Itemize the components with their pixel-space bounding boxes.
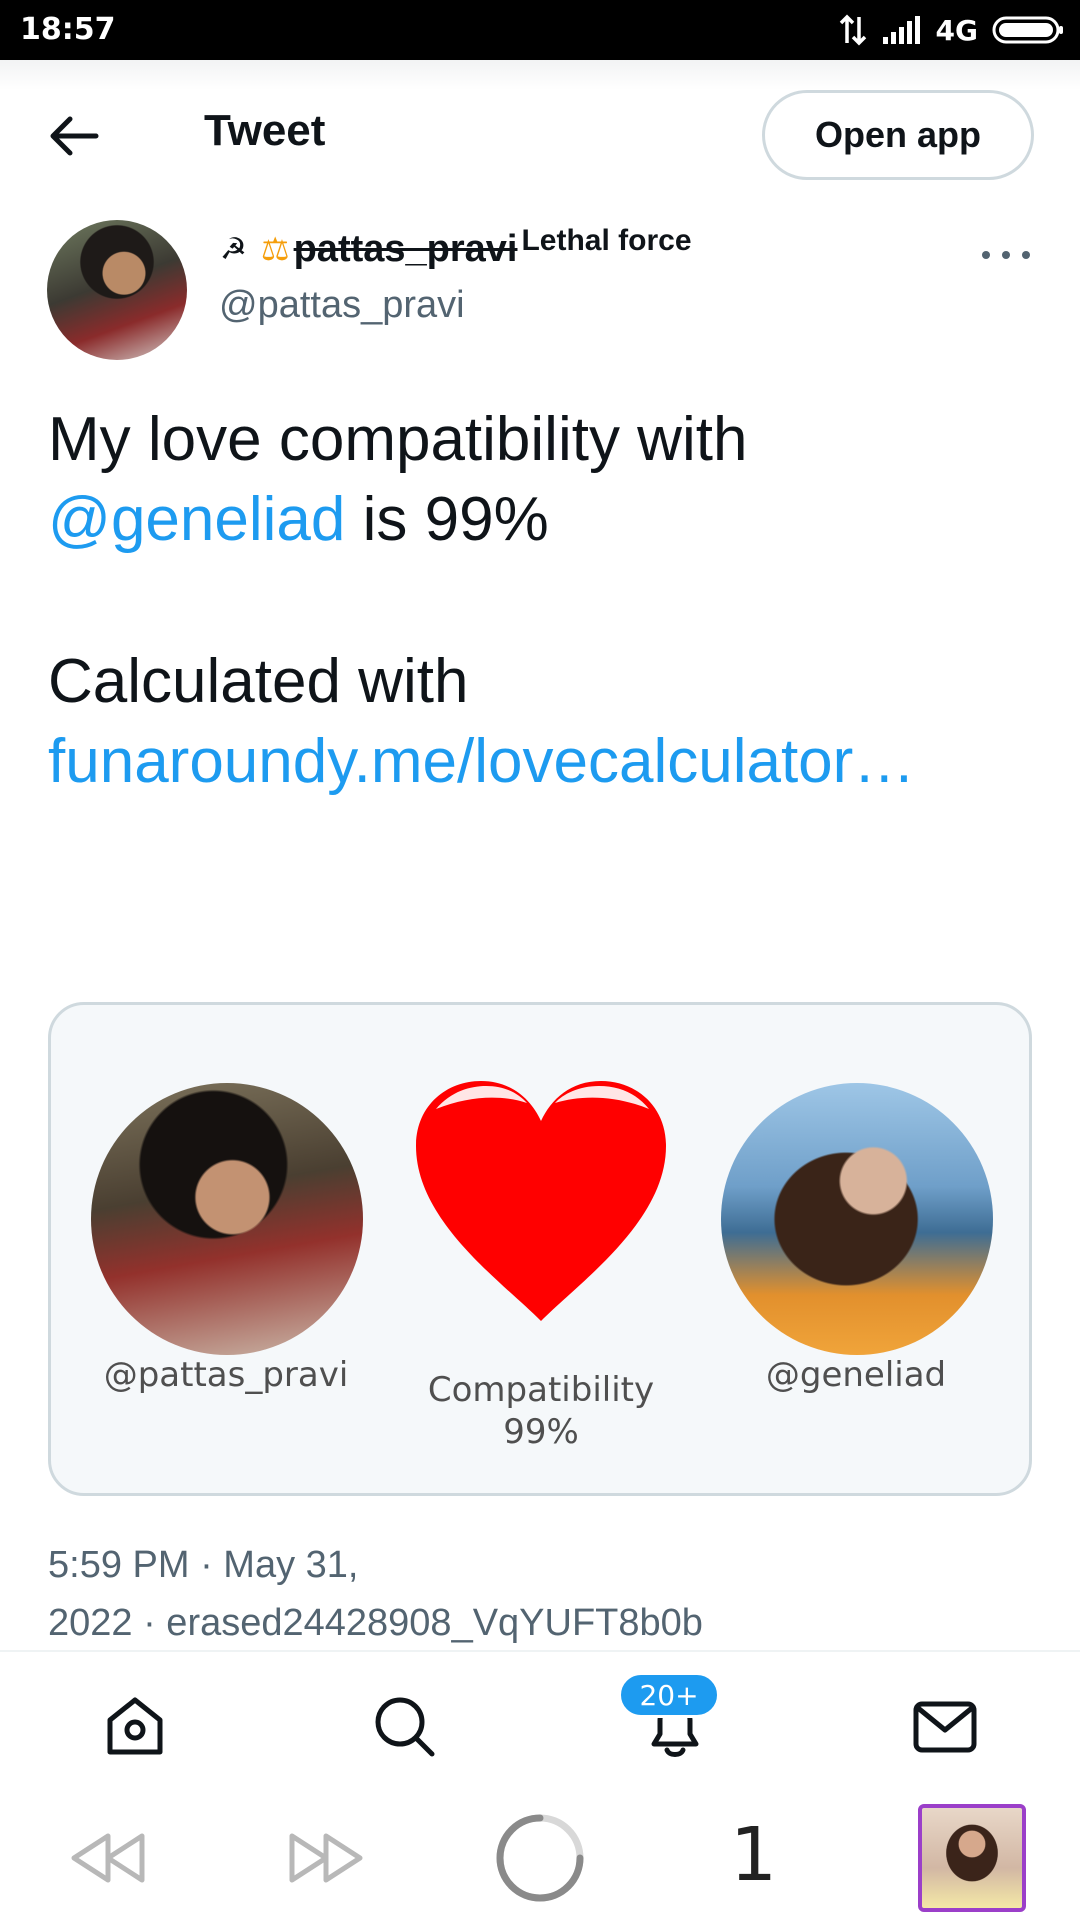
tweet-line: Calculated with <box>48 647 469 716</box>
notifications-badge[interactable]: 20+ <box>618 1672 720 1718</box>
back-arrow-icon[interactable] <box>46 108 102 164</box>
right-handle-label: @geneliad <box>765 1355 947 1395</box>
back-icon[interactable] <box>68 1830 148 1886</box>
author-name-suffix: Lethal force <box>521 224 692 257</box>
timestamp-line1: 5:59 PM · May 31, <box>48 1544 359 1586</box>
status-time: 18:57 <box>20 12 116 47</box>
more-dot <box>1002 251 1010 259</box>
left-handle-label: @pattas_pravi <box>103 1355 349 1395</box>
browser-toolbar: 1 <box>0 1796 1080 1920</box>
tweet-text: My love compatibility with @geneliad is … <box>48 400 1048 802</box>
tab-count[interactable]: 1 <box>730 1812 777 1898</box>
forward-icon[interactable] <box>286 1830 366 1886</box>
messages-icon[interactable] <box>910 1692 980 1762</box>
tab-thumbnail[interactable] <box>918 1804 1026 1912</box>
home-icon[interactable] <box>100 1692 170 1762</box>
left-profile-photo <box>91 1083 363 1355</box>
hammer-sickle-icon: ☭ <box>220 232 247 266</box>
balance-scale-icon: ⚖ <box>260 231 290 267</box>
author-handle[interactable]: @pattas_pravi <box>219 284 465 327</box>
open-app-button[interactable]: Open app <box>762 90 1034 180</box>
heart-icon <box>391 1061 691 1361</box>
battery-icon <box>992 16 1063 44</box>
tweet-timestamp: 5:59 PM · May 31, 2022 · erased24428908_… <box>48 1536 1048 1652</box>
timestamp-line2: 2022 · erased24428908_VqYUFT8b0b <box>48 1602 703 1644</box>
search-icon[interactable] <box>370 1692 440 1762</box>
status-bar: 18:57 4G <box>0 0 1080 60</box>
more-dot <box>982 251 990 259</box>
tweet-line: My love compatibility with <box>48 405 748 474</box>
page-title: Tweet <box>204 106 326 155</box>
right-profile-photo <box>721 1083 993 1355</box>
status-icons: 4G <box>838 10 1064 50</box>
header-shadow <box>0 60 1080 90</box>
more-dot <box>1022 251 1030 259</box>
network-type: 4G <box>935 13 978 47</box>
calculator-link[interactable]: funaroundy.me/lovecalculator… <box>48 722 1048 802</box>
compatibility-label: Compatibility 99% <box>381 1369 701 1453</box>
tweet-spacer <box>48 560 1048 642</box>
link-preview-card[interactable]: @pattas_pravi Compatibility 99% @genelia… <box>48 1002 1032 1496</box>
author-avatar[interactable] <box>47 220 187 360</box>
tweet-line-rest: is 99% <box>345 485 549 554</box>
bottom-nav: 20+ <box>0 1652 1080 1796</box>
header: Tweet Open app <box>0 90 1080 180</box>
author-name-row[interactable]: ☭ ⚖ pattas_pravi Lethal force <box>220 224 692 274</box>
more-options-icon[interactable] <box>982 240 1030 270</box>
loading-icon[interactable] <box>494 1812 586 1904</box>
compatibility-title: Compatibility <box>427 1370 655 1410</box>
data-transfer-icon <box>839 14 866 46</box>
signal-icon <box>882 16 920 44</box>
mention-link[interactable]: @geneliad <box>48 485 345 554</box>
author-display-name: pattas_pravi <box>293 227 518 270</box>
tweet-line: @geneliad is 99% <box>48 480 1048 560</box>
compatibility-value: 99% <box>503 1412 579 1452</box>
